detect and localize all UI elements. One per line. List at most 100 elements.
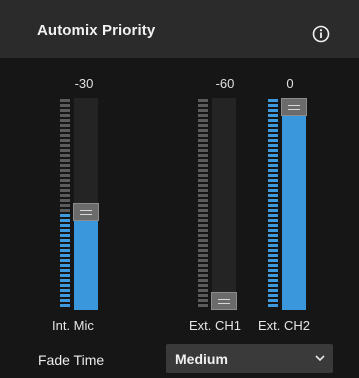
meter-tick xyxy=(198,124,208,127)
meter-tick xyxy=(198,284,208,287)
meter-tick xyxy=(268,109,278,112)
meter-tick xyxy=(268,119,278,122)
meter-tick xyxy=(268,219,278,222)
meter-tick xyxy=(60,304,70,307)
priority-fader[interactable] xyxy=(281,98,307,310)
priority-fader[interactable] xyxy=(73,98,99,310)
meter-tick xyxy=(268,299,278,302)
meter-tick xyxy=(60,244,70,247)
meter-tick xyxy=(268,249,278,252)
fader-handle[interactable] xyxy=(211,292,237,310)
channel-name: Int. Mic xyxy=(52,318,94,333)
meter-tick xyxy=(60,109,70,112)
meter-tick xyxy=(60,144,70,147)
meter-tick xyxy=(198,114,208,117)
meter-tick xyxy=(268,104,278,107)
meter-tick xyxy=(198,289,208,292)
meter-tick xyxy=(268,259,278,262)
meter-tick xyxy=(268,269,278,272)
meter-tick xyxy=(198,159,208,162)
meter-tick xyxy=(60,179,70,182)
channel-name: Ext. CH1 xyxy=(189,318,242,333)
meter-tick xyxy=(60,164,70,167)
meter-tick xyxy=(198,244,208,247)
meter-tick xyxy=(60,209,70,212)
meter-tick xyxy=(268,159,278,162)
level-meter xyxy=(198,98,208,310)
priority-fader[interactable] xyxy=(211,98,237,310)
meter-tick xyxy=(60,184,70,187)
channel-value: 0 xyxy=(286,76,294,91)
meter-tick xyxy=(60,269,70,272)
meter-tick xyxy=(60,249,70,252)
meter-tick xyxy=(60,279,70,282)
meter-tick xyxy=(60,189,70,192)
meter-tick xyxy=(198,279,208,282)
meter-tick xyxy=(198,264,208,267)
meter-tick xyxy=(60,214,70,217)
meter-tick xyxy=(198,249,208,252)
meter-tick xyxy=(198,104,208,107)
meter-tick xyxy=(268,284,278,287)
meter-tick xyxy=(198,149,208,152)
channel-value: -30 xyxy=(74,76,94,91)
meter-tick xyxy=(268,184,278,187)
meter-tick xyxy=(198,229,208,232)
meter-tick xyxy=(198,214,208,217)
fader-handle[interactable] xyxy=(73,202,99,221)
meter-tick xyxy=(198,234,208,237)
meter-tick xyxy=(268,179,278,182)
meter-tick xyxy=(268,239,278,242)
meter-tick xyxy=(198,99,208,102)
meter-tick xyxy=(60,159,70,162)
meter-tick xyxy=(268,294,278,297)
meter-tick xyxy=(198,164,208,167)
meter-tick xyxy=(268,154,278,157)
info-circle-icon[interactable] xyxy=(312,25,330,43)
meter-tick xyxy=(198,194,208,197)
meter-tick xyxy=(268,304,278,307)
meter-tick xyxy=(198,269,208,272)
meter-tick xyxy=(268,164,278,167)
meter-tick xyxy=(268,229,278,232)
meter-tick xyxy=(268,244,278,247)
meter-tick xyxy=(268,204,278,207)
meter-tick xyxy=(198,239,208,242)
meter-tick xyxy=(60,174,70,177)
fader-fill xyxy=(74,211,98,310)
meter-tick xyxy=(268,199,278,202)
meter-tick xyxy=(60,124,70,127)
meter-tick xyxy=(60,299,70,302)
level-meter xyxy=(268,98,278,310)
meter-tick xyxy=(60,289,70,292)
meter-tick xyxy=(198,144,208,147)
meter-tick xyxy=(198,299,208,302)
meter-tick xyxy=(268,144,278,147)
meter-tick xyxy=(198,109,208,112)
meter-tick xyxy=(60,234,70,237)
meter-tick xyxy=(198,174,208,177)
meter-tick xyxy=(60,284,70,287)
meter-tick xyxy=(60,114,70,117)
meter-tick xyxy=(198,189,208,192)
meter-tick xyxy=(60,264,70,267)
meter-tick xyxy=(268,289,278,292)
panel-header: Automix Priority xyxy=(0,0,359,58)
meter-tick xyxy=(268,189,278,192)
meter-tick xyxy=(198,179,208,182)
meter-tick xyxy=(268,169,278,172)
meter-tick xyxy=(268,139,278,142)
meter-tick xyxy=(268,214,278,217)
meter-tick xyxy=(268,209,278,212)
meter-tick xyxy=(268,234,278,237)
meter-tick xyxy=(60,254,70,257)
meter-tick xyxy=(198,219,208,222)
fade-time-select[interactable]: Medium xyxy=(166,344,333,373)
fader-handle[interactable] xyxy=(281,98,307,116)
meter-tick xyxy=(268,224,278,227)
channel-value: -60 xyxy=(215,76,235,91)
meter-tick xyxy=(268,99,278,102)
meter-tick xyxy=(60,169,70,172)
meter-tick xyxy=(60,294,70,297)
meter-tick xyxy=(198,129,208,132)
